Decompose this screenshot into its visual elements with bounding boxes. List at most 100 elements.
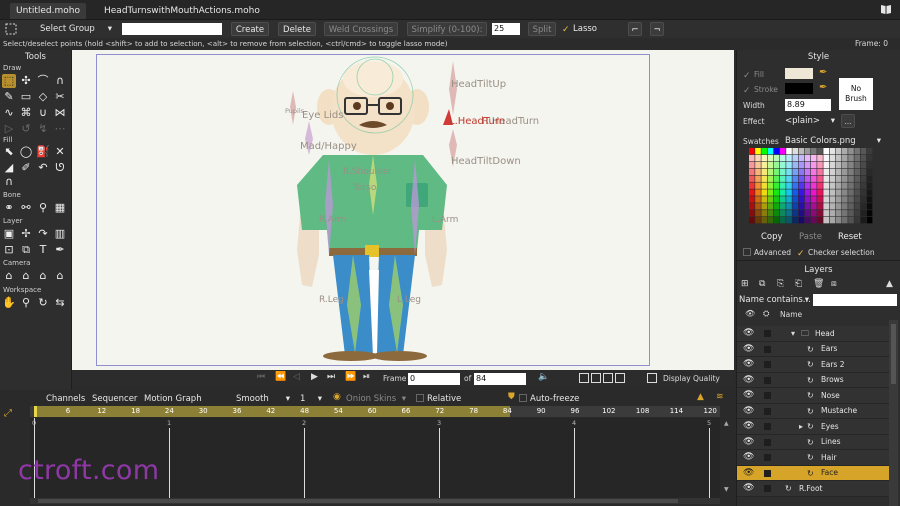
layer-row-hair[interactable]: 👁 ↻ Hair bbox=[737, 450, 889, 466]
palette-swatch[interactable] bbox=[854, 175, 860, 182]
total-frames-input[interactable]: 84 bbox=[474, 373, 526, 385]
palette-swatch[interactable] bbox=[786, 189, 792, 196]
tab-sequencer[interactable]: Sequencer bbox=[88, 393, 141, 405]
palette-swatch[interactable] bbox=[773, 168, 780, 175]
eye-icon[interactable]: 👁 bbox=[743, 437, 755, 447]
palette-swatch[interactable] bbox=[780, 154, 786, 162]
palette-swatch[interactable] bbox=[780, 217, 786, 224]
palette-swatch[interactable] bbox=[854, 203, 860, 210]
rotate-layer-tool-icon[interactable]: ↷ bbox=[36, 227, 50, 241]
fill-checkbox[interactable]: ✓ Fill bbox=[743, 70, 764, 81]
palette-swatch[interactable] bbox=[835, 196, 842, 203]
track-camera-tool-icon[interactable]: ⌂ bbox=[2, 269, 16, 283]
palette-swatch[interactable] bbox=[761, 196, 767, 203]
palette-swatch[interactable] bbox=[860, 154, 867, 162]
layer-row-nose[interactable]: 👁 ↻ Nose bbox=[737, 388, 889, 404]
palette-swatch[interactable] bbox=[811, 217, 817, 224]
palette-swatch[interactable] bbox=[823, 203, 829, 210]
advanced-checkbox[interactable]: Advanced bbox=[743, 248, 791, 257]
effect-more-button[interactable]: ... bbox=[841, 114, 855, 128]
palette-swatch[interactable] bbox=[866, 154, 873, 162]
palette-swatch[interactable] bbox=[786, 154, 792, 162]
palette-swatch[interactable] bbox=[755, 161, 761, 169]
palette-swatch[interactable] bbox=[854, 217, 860, 224]
palette-swatch[interactable] bbox=[773, 182, 780, 189]
palette-swatch[interactable] bbox=[780, 210, 786, 217]
lasso-option-b-button[interactable]: ¬ bbox=[650, 22, 664, 36]
expand-triangle-icon[interactable]: ▾ bbox=[791, 329, 795, 338]
palette-swatch[interactable] bbox=[761, 148, 767, 155]
draw-shape-tool-icon[interactable]: ▭ bbox=[19, 90, 33, 104]
palette-swatch[interactable] bbox=[749, 175, 755, 182]
palette-swatch[interactable] bbox=[749, 182, 755, 189]
palette-swatch[interactable] bbox=[792, 210, 798, 217]
palette-swatch[interactable] bbox=[866, 161, 873, 169]
weld-crossings-button[interactable]: Weld Crossings bbox=[324, 22, 398, 36]
auto-freeze-checkbox[interactable]: Auto-freeze keys bbox=[519, 392, 599, 418]
eye-icon[interactable]: 👁 bbox=[743, 453, 755, 462]
eraser-tool-icon[interactable]: ◇ bbox=[36, 90, 50, 104]
collapse-up-icon[interactable]: ▲ bbox=[697, 392, 704, 402]
palette-swatch[interactable] bbox=[786, 217, 792, 224]
palette-swatch[interactable] bbox=[817, 182, 823, 189]
palette-swatch[interactable] bbox=[798, 161, 805, 169]
width-input[interactable]: 8.89 bbox=[785, 99, 831, 111]
bend-tool-icon[interactable]: ↺ bbox=[19, 122, 33, 136]
palette-swatch[interactable] bbox=[804, 189, 811, 196]
scatter-brush-tool-icon[interactable]: ∿ bbox=[2, 106, 16, 120]
palette-swatch[interactable] bbox=[804, 210, 811, 217]
palette-swatch[interactable] bbox=[792, 175, 798, 182]
no-brush-button[interactable]: No Brush bbox=[839, 78, 873, 110]
palette-swatch[interactable] bbox=[835, 189, 842, 196]
add-point-tool-icon[interactable]: ⌒ bbox=[36, 74, 50, 88]
view-single-icon[interactable] bbox=[579, 373, 589, 383]
select-shape-tool-icon[interactable]: ⬉ bbox=[2, 145, 16, 159]
palette-swatch[interactable] bbox=[848, 203, 854, 210]
palette-swatch[interactable] bbox=[786, 175, 792, 182]
palette-swatch[interactable] bbox=[804, 182, 811, 189]
palette-swatch[interactable] bbox=[835, 182, 842, 189]
split-button[interactable]: Split bbox=[528, 22, 556, 36]
pan-tilt-camera-tool-icon[interactable]: ⌂ bbox=[53, 269, 67, 283]
palette-swatch[interactable] bbox=[749, 203, 755, 210]
palette-swatch[interactable] bbox=[773, 217, 780, 224]
palette-swatch[interactable] bbox=[866, 175, 873, 182]
palette-swatch[interactable] bbox=[755, 203, 761, 210]
palette-swatch[interactable] bbox=[835, 168, 842, 175]
palette-swatch[interactable] bbox=[798, 154, 805, 162]
transform-points-tool-icon[interactable]: ✣ bbox=[19, 74, 33, 88]
rotate-workspace-tool-icon[interactable]: ↻ bbox=[36, 296, 50, 310]
layer-color-icon[interactable] bbox=[764, 361, 771, 368]
palette-swatch[interactable] bbox=[848, 148, 854, 155]
palette-swatch[interactable] bbox=[842, 217, 848, 224]
palette-swatch[interactable] bbox=[767, 168, 774, 175]
translate-layer-tool-icon[interactable]: ✢ bbox=[19, 227, 33, 241]
palette-swatch[interactable] bbox=[798, 189, 805, 196]
palette-swatch[interactable] bbox=[749, 189, 755, 196]
palette-swatch[interactable] bbox=[823, 161, 829, 169]
layer-row-head[interactable]: 👁 ▾ 🗀 Head bbox=[737, 326, 889, 342]
palette-swatch[interactable] bbox=[866, 168, 873, 175]
palette-swatch[interactable] bbox=[848, 182, 854, 189]
palette-swatch[interactable] bbox=[835, 161, 842, 169]
palette-swatch[interactable] bbox=[860, 196, 867, 203]
palette-swatch[interactable] bbox=[767, 217, 774, 224]
layer-tool-extra-icon[interactable]: ▥ bbox=[53, 227, 67, 241]
palette-swatch[interactable] bbox=[798, 148, 805, 155]
layer-color-icon[interactable] bbox=[764, 376, 771, 384]
palette-swatch[interactable] bbox=[767, 210, 774, 217]
palette-swatch[interactable] bbox=[761, 168, 767, 175]
palette-swatch[interactable] bbox=[773, 154, 780, 162]
palette-swatch[interactable] bbox=[811, 196, 817, 203]
book-icon[interactable] bbox=[880, 3, 892, 15]
palette-swatch[interactable] bbox=[792, 189, 798, 196]
layers-scroll-thumb[interactable] bbox=[891, 324, 896, 384]
delete-layer-icon[interactable]: 🗑 bbox=[813, 279, 824, 289]
checker-selection-checkbox[interactable]: ✓ Checker selection bbox=[797, 248, 875, 259]
fill-color-swatch[interactable] bbox=[785, 68, 813, 79]
layer-row-r-foot[interactable]: 👁 ↻ R.Foot bbox=[737, 481, 889, 497]
layer-color-icon[interactable] bbox=[764, 469, 771, 477]
delete-button[interactable]: Delete bbox=[278, 22, 316, 36]
palette-swatch[interactable] bbox=[854, 182, 860, 189]
workspace-canvas[interactable]: HeadTiltUp R.HeadTurn L.HeadTurn HeadTil… bbox=[72, 50, 734, 370]
